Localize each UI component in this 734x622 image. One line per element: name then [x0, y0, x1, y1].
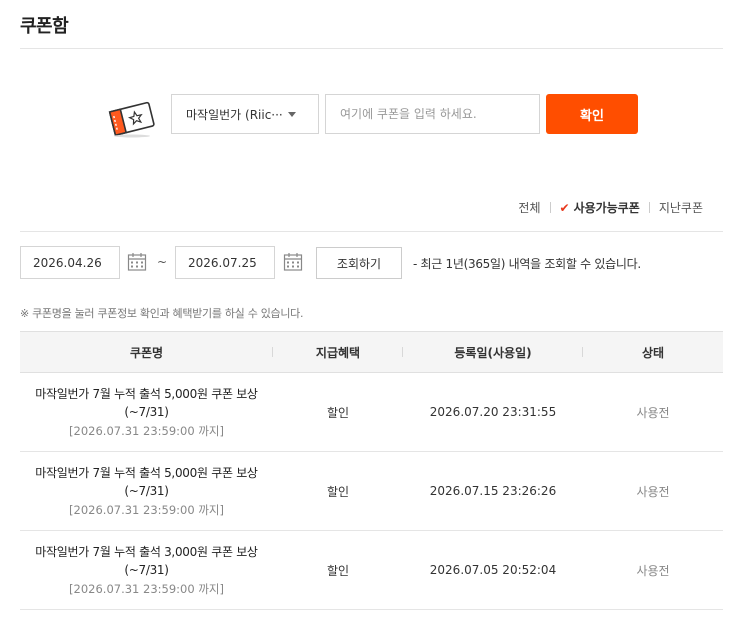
coupon-name-cell: 마작일번가 7월 누적 출석 5,000원 쿠폰 보상 (~7/31) [202…	[20, 385, 273, 440]
header-registered-date: 등록일(사용일)	[403, 344, 583, 361]
tab-separator	[549, 202, 551, 213]
coupon-filter-tabs: 전체 ✔ 사용가능쿠폰 지난쿠폰	[518, 199, 703, 216]
coupon-notice: ※ 쿠폰명을 눌러 쿠폰정보 확인과 혜택받기를 하실 수 있습니다.	[20, 307, 304, 320]
tab-separator	[648, 202, 650, 213]
coupon-registered-date: 2026.07.20 23:31:55	[429, 405, 557, 419]
coupon-expiry: [2026.07.31 23:59:00 까지]	[69, 502, 224, 517]
filter-divider	[20, 231, 723, 232]
coupon-expiry: [2026.07.31 23:59:00 까지]	[69, 581, 224, 596]
coupon-name-link[interactable]: 마작일번가 7월 누적 출석 5,000원 쿠폰 보상 (~7/31)	[27, 385, 267, 421]
title-divider	[20, 48, 723, 49]
calendar-icon[interactable]	[283, 252, 303, 272]
table-row: 마작일번가 7월 누적 출석 5,000원 쿠폰 보상 (~7/31) [202…	[20, 452, 723, 531]
game-select-value: 마작일번가 (Riic···	[186, 107, 283, 122]
coupon-status: 사용전	[636, 405, 670, 420]
coupon-benefit: 할인	[326, 484, 350, 499]
coupon-ticket-icon	[108, 101, 155, 138]
coupon-name-link[interactable]: 마작일번가 7월 누적 출석 5,000원 쿠폰 보상 (~7/31)	[27, 464, 267, 500]
coupon-table: 쿠폰명 지급혜택 등록일(사용일) 상태 마작일번가 7월 누적 출석 5,00…	[20, 331, 723, 610]
search-button[interactable]: 조회하기	[316, 247, 402, 279]
header-status: 상태	[641, 345, 665, 360]
tab-available-label: 사용가능쿠폰	[573, 201, 640, 215]
tab-expired[interactable]: 지난쿠폰	[659, 199, 703, 216]
date-range-note: - 최근 1년(365일) 내역을 조회할 수 있습니다.	[413, 257, 641, 271]
coupon-benefit: 할인	[326, 563, 350, 578]
coupon-registered-date: 2026.07.05 20:52:04	[429, 563, 557, 577]
end-date-field[interactable]: 2026.07.25	[175, 246, 275, 279]
table-header: 쿠폰명 지급혜택 등록일(사용일) 상태	[20, 331, 723, 373]
table-row: 마작일번가 7월 누적 출석 3,000원 쿠폰 보상 (~7/31) [202…	[20, 531, 723, 610]
coupon-code-input[interactable]	[325, 94, 540, 134]
header-coupon-name: 쿠폰명	[20, 344, 273, 361]
coupon-benefit: 할인	[326, 405, 350, 420]
coupon-name-cell: 마작일번가 7월 누적 출석 3,000원 쿠폰 보상 (~7/31) [202…	[20, 543, 273, 598]
game-select-dropdown[interactable]: 마작일번가 (Riic···	[171, 94, 319, 134]
header-benefit: 지급혜택	[273, 344, 403, 361]
chevron-down-icon	[288, 112, 296, 117]
coupon-expiry: [2026.07.31 23:59:00 까지]	[69, 423, 224, 438]
calendar-icon[interactable]	[127, 252, 147, 272]
tab-all[interactable]: 전체	[518, 199, 540, 216]
coupon-registered-date: 2026.07.15 23:26:26	[429, 484, 557, 498]
coupon-status: 사용전	[636, 563, 670, 578]
start-date-field[interactable]: 2026.04.26	[20, 246, 120, 279]
date-range-separator: ~	[157, 255, 168, 269]
check-icon: ✔	[559, 200, 570, 215]
tab-available[interactable]: ✔ 사용가능쿠폰	[560, 199, 640, 216]
table-row: 마작일번가 7월 누적 출석 5,000원 쿠폰 보상 (~7/31) [202…	[20, 373, 723, 452]
confirm-button[interactable]: 확인	[546, 94, 638, 134]
coupon-name-cell: 마작일번가 7월 누적 출석 5,000원 쿠폰 보상 (~7/31) [202…	[20, 464, 273, 519]
coupon-name-link[interactable]: 마작일번가 7월 누적 출석 3,000원 쿠폰 보상 (~7/31)	[27, 543, 267, 579]
page-title: 쿠폰함	[20, 16, 69, 37]
coupon-status: 사용전	[636, 484, 670, 499]
